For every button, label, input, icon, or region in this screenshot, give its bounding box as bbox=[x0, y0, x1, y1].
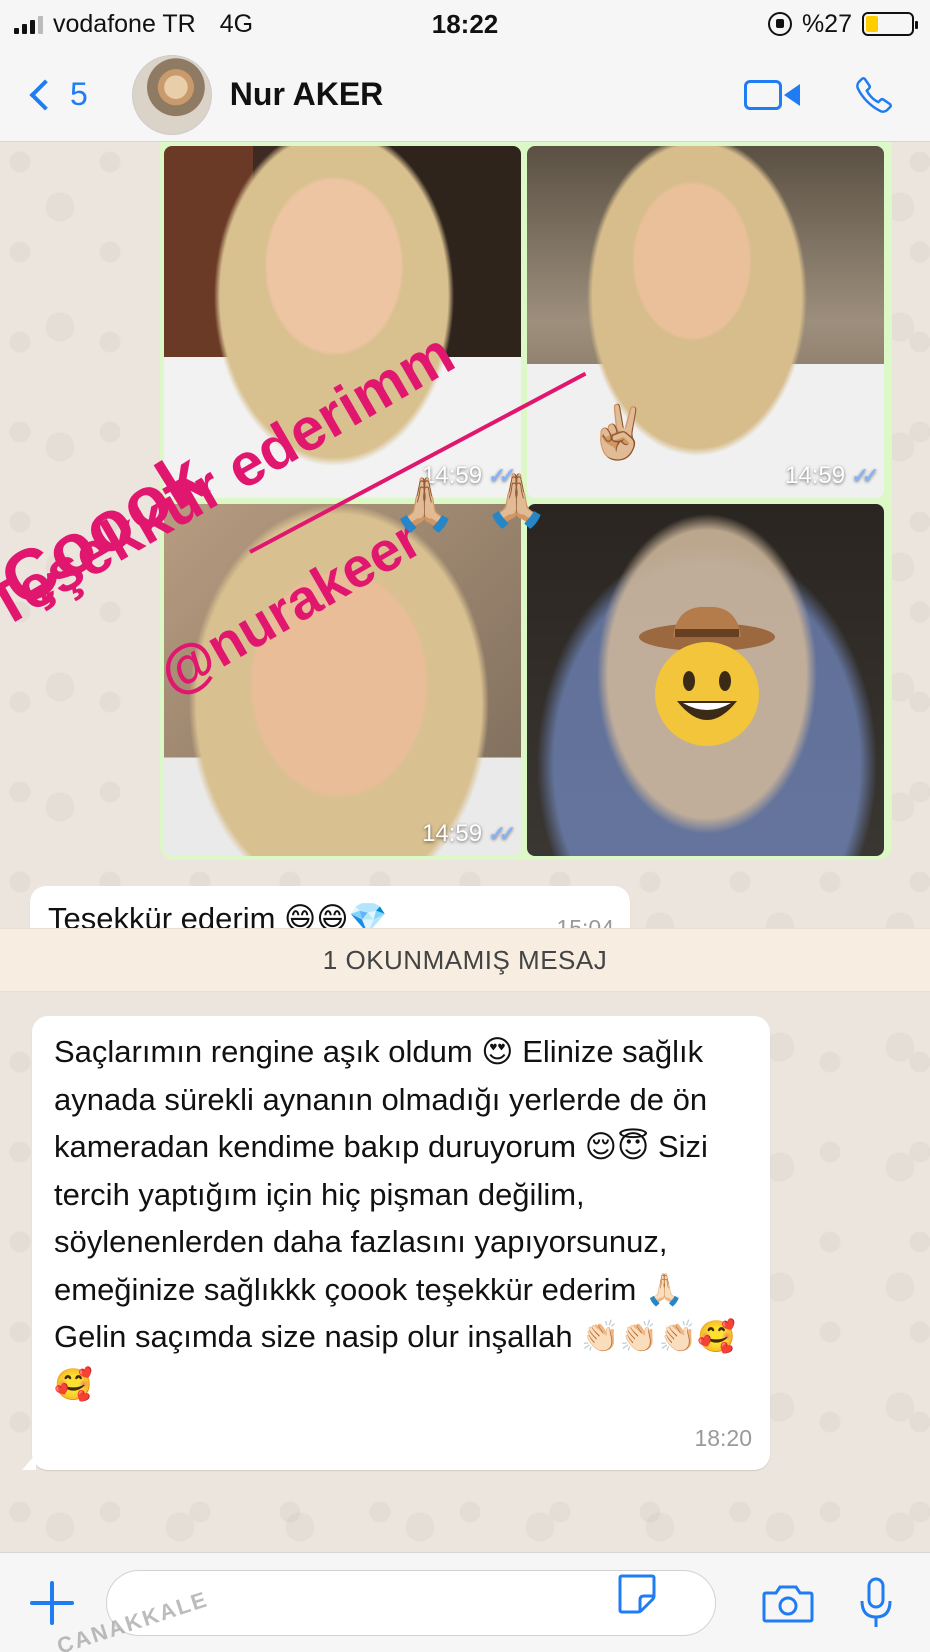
read-ticks-icon: ✓✓ bbox=[488, 821, 517, 846]
unread-count: 5 bbox=[70, 76, 88, 112]
camera-icon[interactable] bbox=[762, 1583, 814, 1623]
video-call-icon[interactable] bbox=[744, 78, 800, 112]
status-right: %27 bbox=[767, 9, 918, 39]
status-time: 18:22 bbox=[431, 8, 499, 39]
battery-percent: %27 bbox=[801, 9, 852, 38]
battery-icon bbox=[862, 12, 918, 36]
message-time: 18:20 bbox=[694, 1424, 752, 1451]
carrier-name: vodafone TR bbox=[53, 9, 196, 38]
microphone-icon[interactable] bbox=[858, 1577, 894, 1629]
rotation-lock-icon bbox=[767, 12, 792, 36]
input-bar bbox=[0, 1552, 930, 1652]
battery-fill bbox=[866, 16, 878, 32]
folded-hands-emoji: 🙏🏼 bbox=[484, 472, 549, 530]
plus-icon[interactable] bbox=[30, 1580, 74, 1625]
photo-4[interactable] bbox=[527, 504, 884, 856]
network-type: 4G bbox=[219, 9, 254, 38]
message-text: Saçlarımın rengine aşık oldum 😍 Elinize … bbox=[54, 1034, 736, 1402]
sticker-icon[interactable] bbox=[616, 1572, 658, 1614]
photo-meta: 14:59 ✓✓ bbox=[422, 820, 517, 848]
photo-meta: 14:59 ✓✓ bbox=[785, 462, 880, 490]
chat-header: 5 Nur AKER bbox=[0, 48, 930, 142]
unread-banner: 1 OKUNMAMIŞ MESAJ bbox=[0, 928, 930, 992]
signal-icon bbox=[14, 14, 43, 34]
status-bar: vodafone TR 4G 18:22 %27 bbox=[0, 0, 930, 48]
message-bubble[interactable]: Saçlarımın rengine aşık oldum 😍 Elinize … bbox=[22, 1016, 770, 1470]
avatar[interactable] bbox=[131, 54, 212, 135]
status-left: vodafone TR 4G bbox=[14, 10, 253, 39]
photo-2[interactable]: 14:59 ✓✓ bbox=[527, 146, 884, 498]
victory-hand-emoji: ✌🏼 bbox=[586, 404, 651, 462]
photo-1[interactable]: 14:59 ✓✓ bbox=[164, 146, 521, 498]
chat-area[interactable]: 14:59 ✓✓ 14:59 ✓✓ 14:59 ✓✓ Çoook Teşekkü… bbox=[0, 142, 930, 1552]
chevron-left-icon bbox=[29, 78, 61, 111]
folded-hands-emoji: 🙏🏼 bbox=[392, 476, 457, 534]
phone-icon[interactable] bbox=[854, 75, 894, 115]
back-button[interactable]: 5 bbox=[26, 76, 88, 113]
cowboy-emoji-icon bbox=[639, 606, 775, 746]
photo-time: 14:59 bbox=[785, 462, 846, 489]
header-actions bbox=[744, 75, 894, 115]
photo-time: 14:59 bbox=[422, 820, 483, 847]
read-ticks-icon: ✓✓ bbox=[851, 463, 880, 488]
photo-3[interactable]: 14:59 ✓✓ bbox=[164, 504, 521, 856]
bubble-tail bbox=[22, 1454, 36, 1470]
contact-name[interactable]: Nur AKER bbox=[230, 76, 383, 113]
